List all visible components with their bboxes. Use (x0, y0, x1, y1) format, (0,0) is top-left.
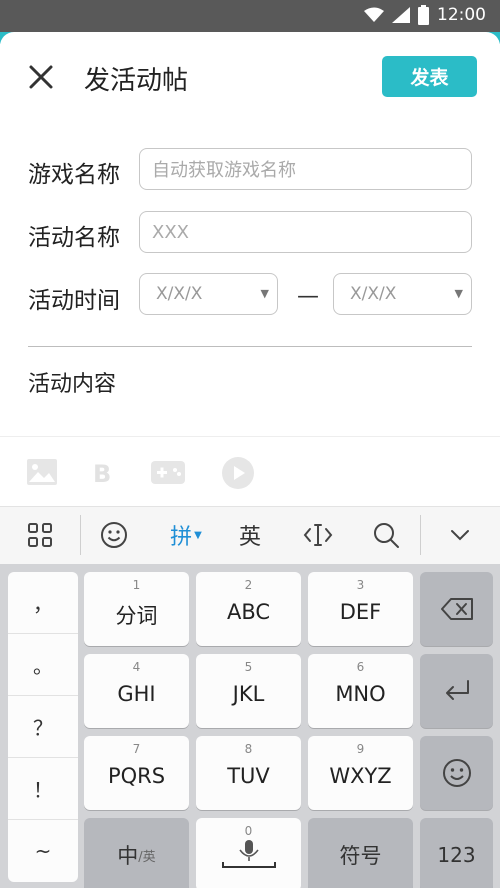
key-3[interactable]: 3 DEF (308, 572, 413, 646)
game-name-placeholder: 自动获取游戏名称 (152, 160, 296, 181)
activity-name-label: 活动名称 (28, 225, 120, 251)
key-label: JKL (232, 682, 265, 706)
keyboard-topbar-separator (420, 515, 421, 555)
enter-key[interactable] (420, 654, 493, 728)
key-label: WXYZ (329, 764, 392, 788)
punct-key-period[interactable]: 。 (8, 634, 78, 696)
key-number: 3 (356, 578, 365, 592)
emoji-key[interactable] (420, 736, 493, 810)
number-mode-label: 123 (437, 843, 476, 867)
end-date-select[interactable]: X/X/X ▼ (333, 273, 472, 315)
status-bar: 12:00 (0, 0, 500, 32)
key-label: ABC (226, 600, 271, 624)
pinyin-label: 拼 (170, 525, 193, 550)
battery-icon (418, 5, 429, 25)
punct-key-comma[interactable]: ， (8, 572, 78, 634)
backspace-icon (420, 572, 493, 646)
key-7[interactable]: 7 PQRS (84, 736, 189, 810)
start-date-select[interactable]: X/X/X ▼ (139, 273, 278, 315)
key-8[interactable]: 8 TUV (196, 736, 301, 810)
en-sub-label: /英 (138, 849, 156, 865)
bold-icon[interactable]: B (93, 460, 111, 488)
caret-down-icon: ▼ (454, 287, 463, 300)
punct-key-tilde[interactable]: ~ (8, 820, 78, 882)
game-name-input[interactable]: 自动获取游戏名称 (139, 148, 472, 190)
apps-grid-icon[interactable] (18, 506, 62, 564)
enter-icon (420, 654, 493, 728)
content-label[interactable]: 活动内容 (28, 366, 116, 398)
status-time: 12:00 (437, 5, 486, 25)
microphone-icon (196, 838, 301, 872)
key-label: MNO (335, 682, 386, 706)
caret-down-icon: ▼ (260, 287, 269, 300)
page-title: 发活动帖 (84, 66, 189, 96)
zh-en-switch-label: 中/英 (84, 818, 189, 888)
key-number: 8 (244, 742, 253, 756)
key-number: 5 (244, 660, 253, 674)
zh-en-switch-key[interactable]: 中/英 (84, 818, 189, 888)
number-mode-key[interactable]: 123 (420, 818, 493, 888)
activity-name-placeholder: XXX (152, 221, 189, 243)
english-mode-tab[interactable]: 英 (228, 506, 272, 564)
space-key[interactable]: 0 (196, 818, 301, 888)
key-number: 6 (356, 660, 365, 674)
start-date-value: X/X/X (156, 284, 203, 304)
close-icon (29, 65, 53, 89)
cursor-move-icon[interactable] (296, 506, 340, 564)
key-label: TUV (227, 764, 270, 788)
collapse-keyboard-icon[interactable] (440, 506, 480, 564)
emoji-icon (420, 736, 493, 810)
end-date-value: X/X/X (350, 284, 397, 304)
activity-time-label: 活动时间 (28, 288, 120, 314)
gamepad-icon[interactable] (150, 458, 186, 490)
key-number: 7 (132, 742, 141, 756)
publish-button[interactable]: 发表 (382, 56, 477, 97)
image-icon[interactable] (26, 458, 58, 490)
key-number: 4 (132, 660, 141, 674)
pinyin-mode-tab[interactable]: 拼 ▼ (160, 506, 212, 564)
key-label: 分词 (115, 604, 158, 628)
zh-label: 中 (117, 844, 139, 868)
search-icon[interactable] (364, 506, 408, 564)
symbols-key[interactable]: 符号 (308, 818, 413, 888)
signal-icon (392, 7, 410, 23)
key-number: 0 (244, 824, 253, 838)
key-number: 1 (132, 578, 141, 592)
key-number: 2 (244, 578, 253, 592)
close-button[interactable] (26, 62, 56, 92)
key-label: GHI (117, 682, 156, 706)
play-icon[interactable] (221, 456, 255, 494)
emoji-icon[interactable] (92, 506, 136, 564)
key-label: PQRS (107, 764, 166, 788)
divider (28, 346, 472, 347)
date-range-separator: — (297, 284, 319, 309)
key-label: DEF (339, 600, 382, 624)
wifi-icon (364, 7, 384, 22)
key-6[interactable]: 6 MNO (308, 654, 413, 728)
symbols-label: 符号 (339, 844, 382, 868)
game-name-label: 游戏名称 (28, 162, 120, 188)
key-1[interactable]: 1 分词 (84, 572, 189, 646)
key-2[interactable]: 2 ABC (196, 572, 301, 646)
keyboard-topbar-separator (80, 515, 81, 555)
key-5[interactable]: 5 JKL (196, 654, 301, 728)
punct-key-exclamation[interactable]: ！ (8, 758, 78, 820)
punct-key-question[interactable]: ？ (8, 696, 78, 758)
key-number: 9 (356, 742, 365, 756)
key-4[interactable]: 4 GHI (84, 654, 189, 728)
english-label: 英 (238, 525, 261, 550)
activity-name-input[interactable]: XXX (139, 211, 472, 253)
backspace-key[interactable] (420, 572, 493, 646)
key-9[interactable]: 9 WXYZ (308, 736, 413, 810)
form-sheet (0, 32, 500, 506)
caret-down-icon: ▼ (194, 529, 202, 541)
